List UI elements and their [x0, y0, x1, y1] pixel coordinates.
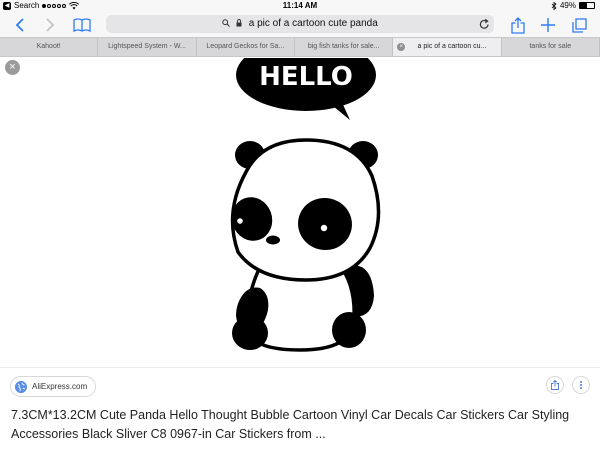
- tabs-icon: [571, 17, 587, 33]
- source-link[interactable]: AliExpress.com: [10, 376, 97, 397]
- forward-button[interactable]: [40, 16, 60, 34]
- tab-label: tanks for sale: [529, 43, 572, 50]
- share-image-button[interactable]: [546, 376, 564, 394]
- battery-percent: 49%: [559, 1, 576, 10]
- share-icon: [511, 16, 525, 34]
- more-dot-icon: [580, 387, 582, 389]
- more-dot-icon: [580, 381, 582, 383]
- battery-icon: [579, 2, 595, 9]
- status-time: 11:14 AM: [282, 1, 318, 10]
- book-icon: [73, 18, 91, 32]
- close-icon: ×: [9, 61, 16, 73]
- lock-icon: [236, 19, 242, 27]
- chevron-right-icon: [46, 18, 55, 32]
- panda-left-eye: [237, 218, 243, 224]
- tab-cartoon-panda[interactable]: × a pic of a cartoon cu...: [393, 38, 502, 56]
- status-bar: ◀ Search 11:14 AM 49%: [0, 0, 600, 12]
- speech-bubble-text: HELLO: [259, 62, 353, 92]
- address-text: a pic of a cartoon cute panda: [248, 18, 378, 29]
- tab-label: Kahoot!: [36, 43, 61, 50]
- tab-leopard-geckos[interactable]: Leopard Geckos for Sa...: [197, 38, 295, 56]
- share-button[interactable]: [508, 16, 528, 34]
- divider: [0, 367, 600, 368]
- tab-tanks-for-sale[interactable]: tanks for sale: [502, 38, 600, 56]
- status-right: 49%: [551, 1, 595, 10]
- close-preview-button[interactable]: ×: [5, 60, 20, 75]
- tab-kahoot[interactable]: Kahoot!: [0, 38, 99, 56]
- tab-lightspeed[interactable]: Lightspeed System - W...: [98, 38, 197, 56]
- image-caption[interactable]: 7.3CM*13.2CM Cute Panda Hello Thought Bu…: [11, 406, 591, 444]
- address-bar[interactable]: a pic of a cartoon cute panda: [106, 15, 494, 33]
- tab-label: Leopard Geckos for Sa...: [206, 43, 285, 50]
- more-dot-icon: [580, 384, 582, 386]
- panda-left-foot: [232, 316, 268, 350]
- tab-label: big fish tanks for sale...: [307, 43, 380, 50]
- panda-nose: [266, 235, 280, 245]
- search-icon: [222, 19, 231, 27]
- bookmarks-button[interactable]: [72, 16, 92, 34]
- source-label: AliExpress.com: [32, 382, 88, 391]
- bluetooth-icon: [551, 1, 557, 10]
- reload-icon: [479, 18, 489, 29]
- panda-right-foot: [332, 312, 366, 348]
- panda-image[interactable]: HELLO: [0, 39, 600, 366]
- close-tab-icon[interactable]: ×: [397, 43, 406, 51]
- back-button[interactable]: [10, 16, 30, 34]
- share-icon: [551, 380, 559, 390]
- more-options-button[interactable]: [572, 376, 590, 394]
- panda-right-eye: [320, 224, 328, 232]
- chevron-left-icon: [15, 18, 24, 32]
- battery-fill: [580, 3, 587, 8]
- image-preview-panel: HELLO × AliExpress.com 7.3CM*13.2CM Cute…: [0, 39, 600, 450]
- globe-icon: [15, 380, 27, 393]
- reload-button[interactable]: [479, 17, 490, 35]
- browser-toolbar: a pic of a cartoon cute panda: [0, 12, 600, 37]
- plus-icon: [541, 18, 555, 32]
- tab-strip: Kahoot! Lightspeed System - W... Leopard…: [0, 37, 600, 57]
- tab-big-fish-tanks[interactable]: big fish tanks for sale...: [295, 38, 394, 56]
- tabs-overview-button[interactable]: [569, 16, 589, 34]
- new-tab-button[interactable]: [538, 16, 558, 34]
- speech-bubble: HELLO: [236, 39, 376, 120]
- panda-illustration: HELLO: [230, 39, 381, 352]
- tab-label: a pic of a cartoon cu...: [417, 43, 487, 50]
- tab-label: Lightspeed System - W...: [108, 43, 186, 50]
- address-text-row: a pic of a cartoon cute panda: [106, 18, 494, 29]
